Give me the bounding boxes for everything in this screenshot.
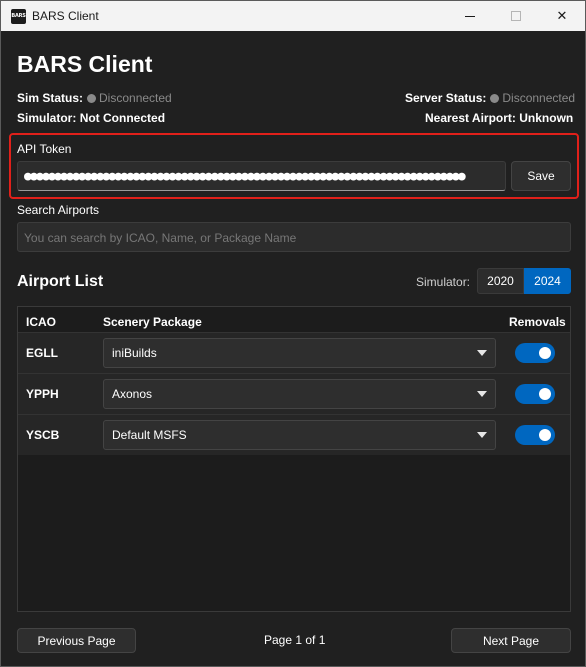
row-icao: YPPH xyxy=(26,387,59,401)
maximize-button[interactable] xyxy=(493,1,539,31)
close-button[interactable]: ✕ xyxy=(539,1,585,31)
close-icon: ✕ xyxy=(556,8,568,23)
api-token-label: API Token xyxy=(17,142,72,156)
row-icao: EGLL xyxy=(26,346,58,360)
scenery-package-value: iniBuilds xyxy=(112,346,157,360)
simulator-label: Simulator: xyxy=(17,111,77,125)
window-title: BARS Client xyxy=(32,9,99,23)
previous-page-button[interactable]: Previous Page xyxy=(17,628,136,653)
maximize-icon xyxy=(511,11,521,21)
scenery-package-value: Axonos xyxy=(112,387,153,401)
simulator-value: Not Connected xyxy=(79,111,166,125)
bars-logo-icon: BARS xyxy=(11,9,26,24)
api-token-input[interactable]: ●●●●●●●●●●●●●●●●●●●●●●●●●●●●●●●●●●●●●●●●… xyxy=(17,161,506,191)
server-status-value: Disconnected xyxy=(502,91,576,105)
sim-status-value: Disconnected xyxy=(99,91,172,105)
toggle-knob xyxy=(539,429,551,441)
page-indicator: Page 1 of 1 xyxy=(264,633,326,647)
nearest-airport-value: Unknown xyxy=(519,111,574,125)
toggle-knob xyxy=(539,388,551,400)
scenery-package-select[interactable]: iniBuilds xyxy=(103,338,496,368)
chevron-down-icon xyxy=(477,350,487,356)
column-header-scenery-package: Scenery Package xyxy=(103,315,202,329)
removals-toggle[interactable] xyxy=(515,343,555,363)
minimize-icon xyxy=(465,15,475,17)
table-row: EGLL iniBuilds xyxy=(18,332,570,373)
toggle-knob xyxy=(539,347,551,359)
scenery-package-select[interactable]: Default MSFS xyxy=(103,420,496,450)
simulator-2020-button[interactable]: 2020 xyxy=(477,268,524,294)
chevron-down-icon xyxy=(477,432,487,438)
removals-toggle[interactable] xyxy=(515,384,555,404)
app-window: BARS BARS Client ✕ BARS Client Sim Statu… xyxy=(0,0,586,667)
column-header-icao: ICAO xyxy=(26,315,56,329)
server-status: Server Status: Disconnected xyxy=(405,91,575,105)
server-status-label: Server Status: xyxy=(405,91,487,105)
table-row: YPPH Axonos xyxy=(18,373,570,414)
removals-toggle[interactable] xyxy=(515,425,555,445)
title-bar: BARS BARS Client ✕ xyxy=(1,1,585,31)
sim-status: Sim Status: Disconnected xyxy=(17,91,172,105)
page-title: BARS Client xyxy=(17,51,153,77)
server-status-dot-icon xyxy=(490,94,500,103)
nearest-airport-status: Nearest Airport: Unknown xyxy=(425,111,573,125)
search-airports-label: Search Airports xyxy=(17,203,100,217)
simulator-2024-button[interactable]: 2024 xyxy=(524,268,571,294)
nearest-airport-label: Nearest Airport: xyxy=(425,111,516,125)
table-row: YSCB Default MSFS xyxy=(18,414,570,455)
airport-table: ICAO Scenery Package Removals EGLL iniBu… xyxy=(17,306,571,612)
chevron-down-icon xyxy=(477,391,487,397)
row-icao: YSCB xyxy=(26,428,60,442)
search-input[interactable]: You can search by ICAO, Name, or Package… xyxy=(17,222,571,252)
sim-status-dot-icon xyxy=(87,94,97,103)
save-button[interactable]: Save xyxy=(511,161,571,191)
simulator-status: Simulator: Not Connected xyxy=(17,111,165,125)
scenery-package-select[interactable]: Axonos xyxy=(103,379,496,409)
scenery-package-value: Default MSFS xyxy=(112,428,187,442)
next-page-button[interactable]: Next Page xyxy=(451,628,571,653)
sim-status-label: Sim Status: xyxy=(17,91,84,105)
simulator-filter-label: Simulator: xyxy=(416,275,471,289)
minimize-button[interactable] xyxy=(447,1,493,31)
column-header-removals: Removals xyxy=(509,315,566,329)
airport-list-title: Airport List xyxy=(17,273,104,290)
